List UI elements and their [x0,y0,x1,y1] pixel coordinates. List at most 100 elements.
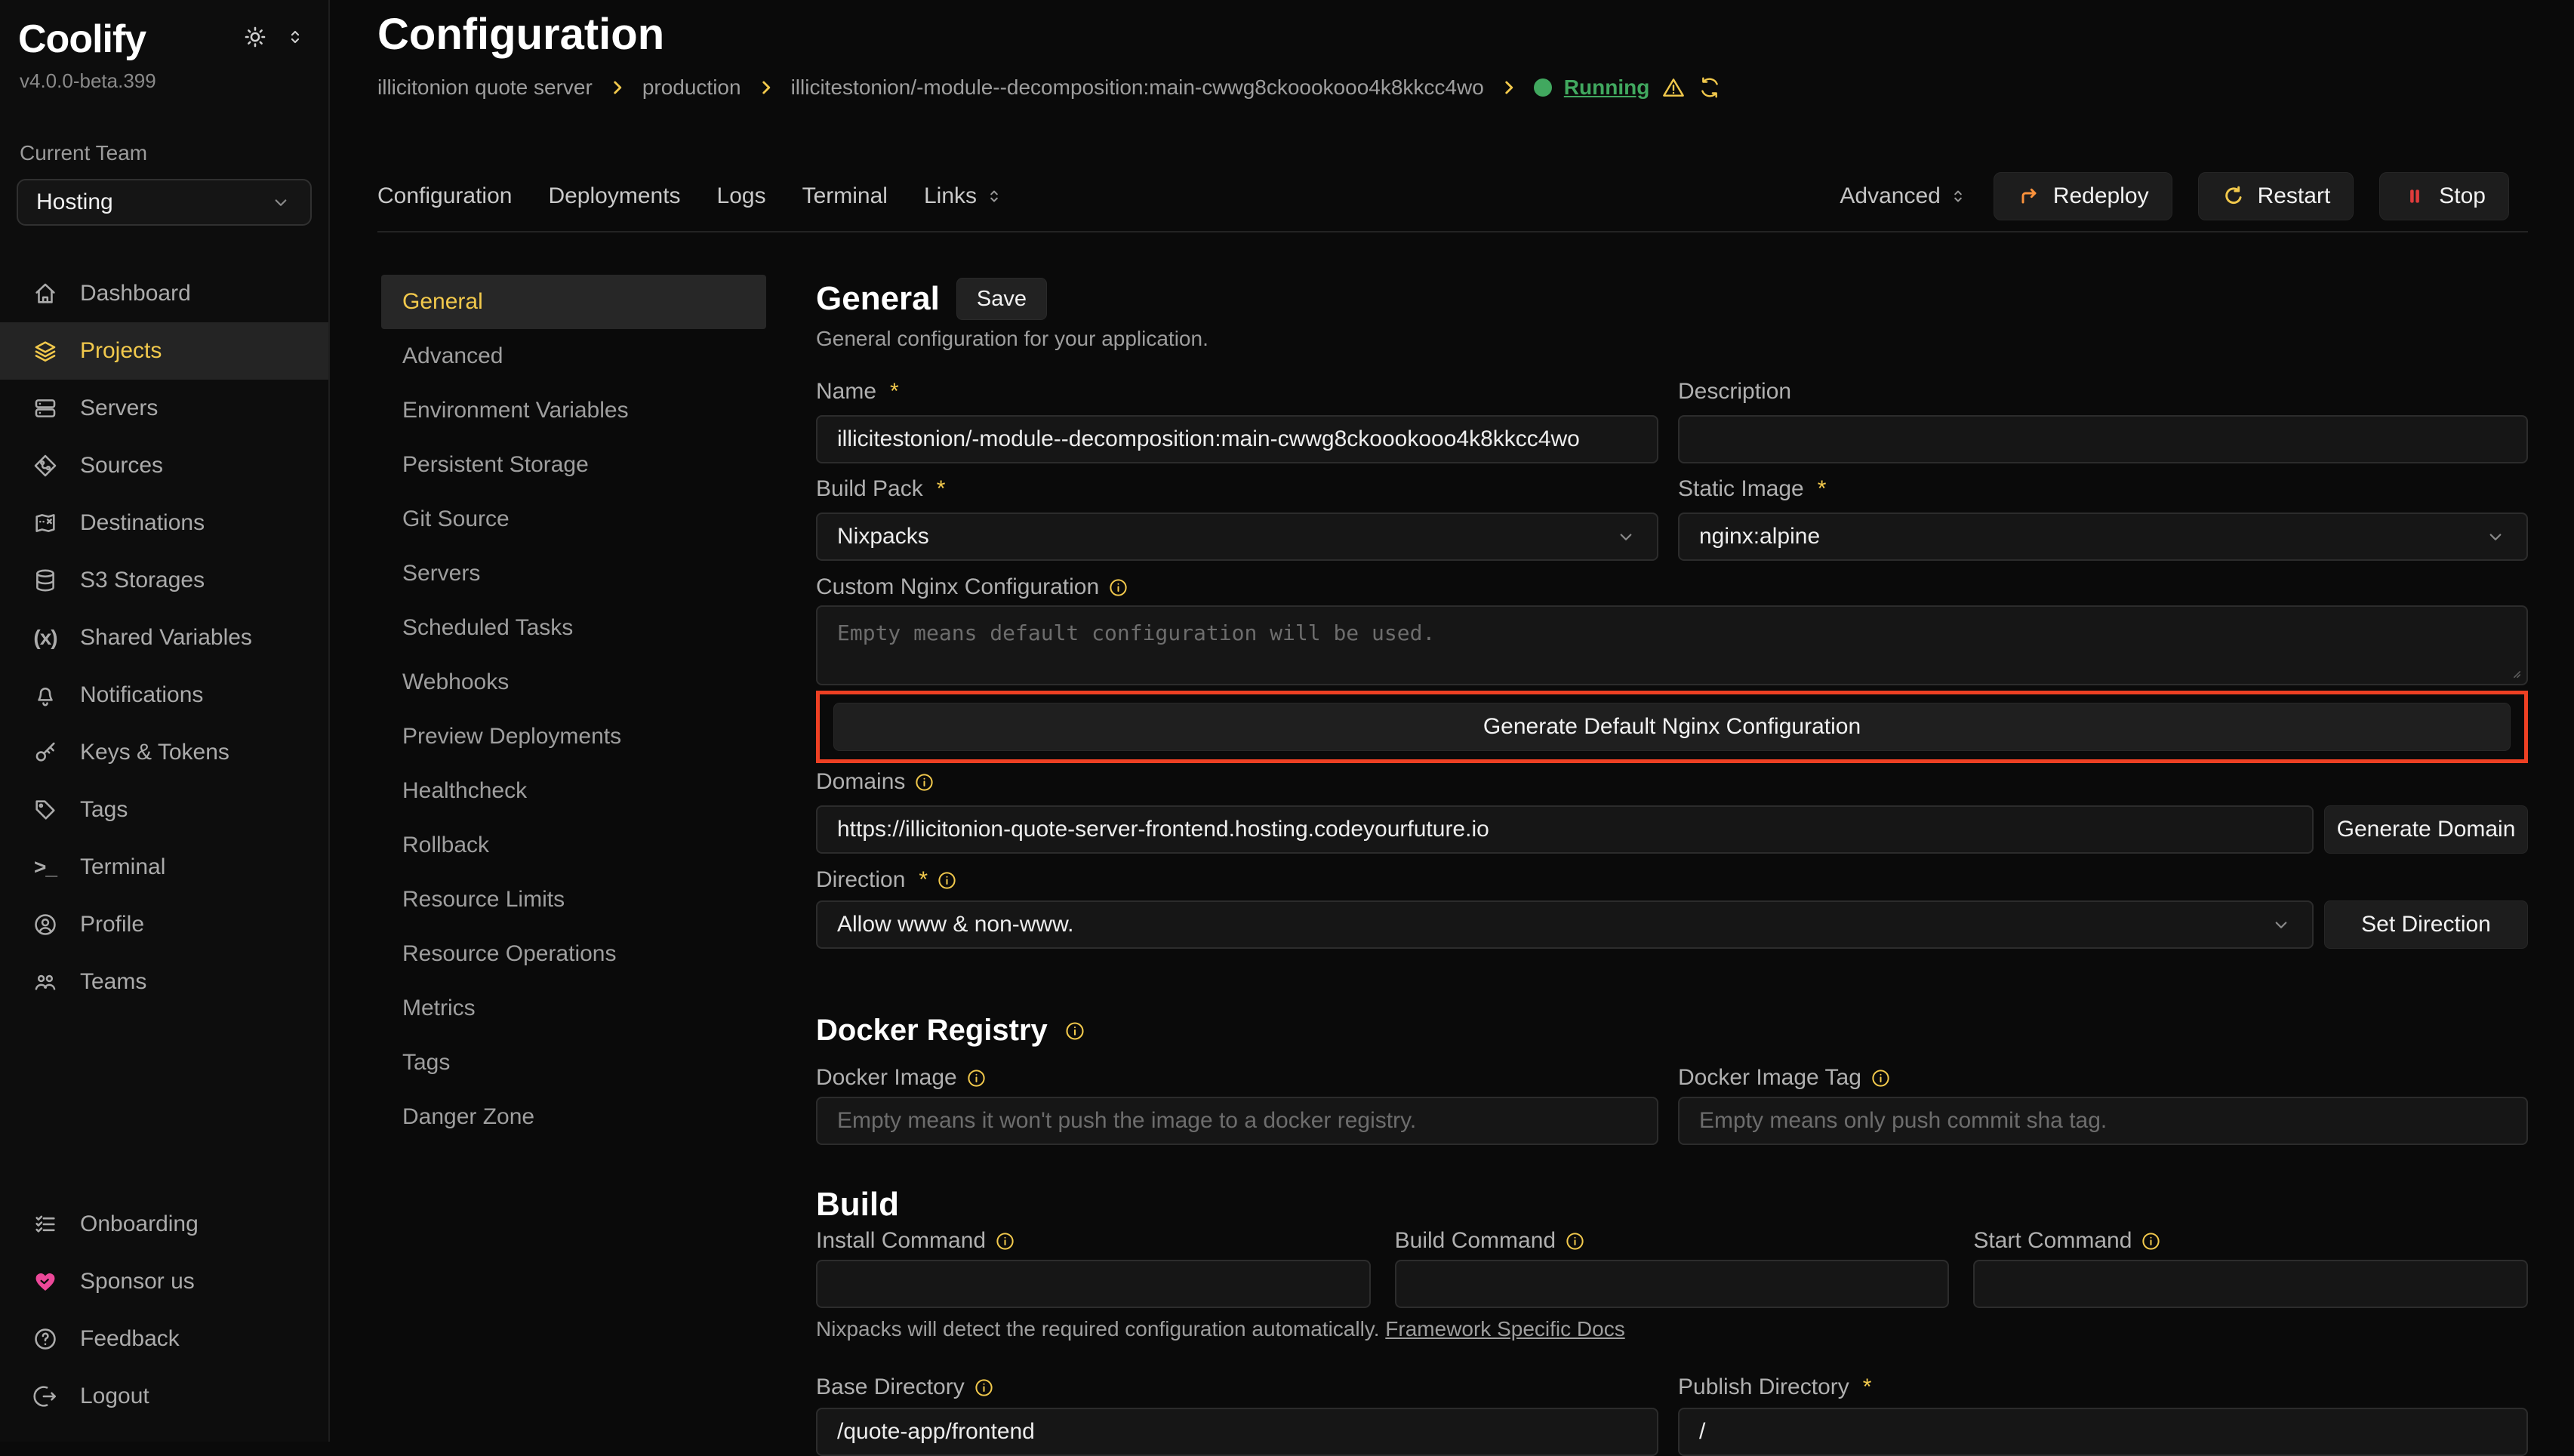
domains-label: Domains [816,769,2528,795]
sidebar-item-shared-variables[interactable]: (x) Shared Variables [0,609,328,666]
submenu-item-resource-operations[interactable]: Resource Operations [381,927,766,981]
general-form: General Save General configuration for y… [816,272,2528,1456]
submenu-item-servers[interactable]: Servers [381,546,766,601]
tab-configuration[interactable]: Configuration [377,183,512,209]
submenu-item-danger-zone[interactable]: Danger Zone [381,1090,766,1144]
sidebar-item-profile[interactable]: Profile [0,896,328,953]
start-command-label: Start Command [1973,1228,2528,1254]
info-icon[interactable] [1565,1231,1585,1251]
sidebar-item-keys-tokens[interactable]: Keys & Tokens [0,724,328,781]
submenu-item-rollback[interactable]: Rollback [381,818,766,873]
restart-button[interactable]: Restart [2198,172,2354,220]
submenu-item-git-source[interactable]: Git Source [381,492,766,546]
breadcrumb-project[interactable]: illicitonion quote server [377,75,593,100]
status-badge[interactable]: Running [1564,75,1650,100]
sidebar-item-teams[interactable]: Teams [0,953,328,1011]
refresh-icon[interactable] [1698,75,1722,100]
sidebar-item-sponsor[interactable]: Sponsor us [0,1253,328,1310]
tab-terminal[interactable]: Terminal [802,183,888,209]
chevron-down-icon [2484,525,2507,548]
redeploy-button[interactable]: Redeploy [1994,172,2172,220]
app-logo: Coolify [18,17,146,61]
submenu-item-advanced[interactable]: Advanced [381,329,766,383]
domains-input[interactable] [816,805,2314,854]
publish-directory-input[interactable] [1678,1408,2528,1456]
generate-nginx-button[interactable]: Generate Default Nginx Configuration [833,703,2511,751]
docker-image-input[interactable] [816,1097,1658,1145]
info-icon[interactable] [995,1231,1015,1251]
sun-icon[interactable] [242,24,268,50]
info-icon[interactable] [966,1068,987,1088]
start-command-input[interactable] [1973,1260,2528,1308]
name-input[interactable] [816,415,1658,463]
stop-button[interactable]: Stop [2379,172,2509,220]
info-icon[interactable] [1064,1020,1085,1042]
framework-docs-link[interactable]: Framework Specific Docs [1385,1317,1624,1341]
description-label: Description [1678,379,2528,405]
submenu-item-healthcheck[interactable]: Healthcheck [381,764,766,818]
profile-icon [32,911,59,938]
advanced-dropdown[interactable]: Advanced [1840,183,1967,209]
info-icon[interactable] [1870,1068,1891,1088]
submenu-item-environment-variables[interactable]: Environment Variables [381,383,766,438]
required-asterisk: * [1863,1374,1872,1400]
install-command-input[interactable] [816,1260,1371,1308]
sidebar-item-servers[interactable]: Servers [0,380,328,437]
tab-links[interactable]: Links [924,183,1004,209]
submenu-item-tags[interactable]: Tags [381,1036,766,1090]
sidebar-item-logout[interactable]: Logout [0,1368,328,1425]
breadcrumb-application[interactable]: illicitestonion/-module--decomposition:m… [791,75,1484,100]
submenu-item-webhooks[interactable]: Webhooks [381,655,766,710]
build-pack-select[interactable]: Nixpacks [816,513,1658,561]
sidebar-item-projects[interactable]: Projects [0,322,328,380]
submenu-item-scheduled-tasks[interactable]: Scheduled Tasks [381,601,766,655]
logout-icon [32,1383,59,1410]
static-image-select[interactable]: nginx:alpine [1678,513,2528,561]
submenu-item-resource-limits[interactable]: Resource Limits [381,873,766,927]
sidebar-item-destinations[interactable]: Destinations [0,494,328,552]
build-command-input[interactable] [1395,1260,1950,1308]
sidebar-item-feedback[interactable]: Feedback [0,1310,328,1368]
info-icon[interactable] [974,1378,994,1398]
theme-updown-icon[interactable] [285,26,306,48]
save-button[interactable]: Save [956,278,1047,320]
sidebar-item-dashboard[interactable]: Dashboard [0,265,328,322]
build-title: Build [816,1186,2528,1224]
warning-icon[interactable] [1661,75,1686,100]
build-command-label: Build Command [1395,1228,1950,1254]
resize-handle-icon[interactable] [2505,663,2522,679]
tab-deployments[interactable]: Deployments [548,183,680,209]
sidebar-item-terminal[interactable]: >_ Terminal [0,839,328,896]
sidebar-item-notifications[interactable]: Notifications [0,666,328,724]
submenu-item-persistent-storage[interactable]: Persistent Storage [381,438,766,492]
base-directory-input[interactable] [816,1408,1658,1456]
set-direction-button[interactable]: Set Direction [2324,900,2528,949]
sidebar-item-tags[interactable]: Tags [0,781,328,839]
description-input[interactable] [1678,415,2528,463]
nginx-config-textarea[interactable] [816,605,2528,685]
submenu-item-general[interactable]: General [381,275,766,329]
name-label: Name* [816,379,1658,405]
server-icon [32,395,59,422]
docker-image-tag-input[interactable] [1678,1097,2528,1145]
info-icon[interactable] [937,870,957,891]
sidebar-item-onboarding[interactable]: Onboarding [0,1196,328,1253]
section-title: General [816,280,940,318]
submenu-item-preview-deployments[interactable]: Preview Deployments [381,710,766,764]
sidebar-item-s3-storages[interactable]: S3 Storages [0,552,328,609]
tab-logs[interactable]: Logs [717,183,766,209]
direction-select[interactable]: Allow www & non-www. [816,900,2314,949]
help-icon [32,1325,59,1353]
team-select[interactable]: Hosting [17,179,312,226]
breadcrumb-environment[interactable]: production [642,75,741,100]
info-icon[interactable] [914,772,934,793]
info-icon[interactable] [2141,1231,2161,1251]
redeploy-icon [2017,184,2041,208]
docker-registry-title: Docker Registry [816,1014,1048,1048]
submenu-item-metrics[interactable]: Metrics [381,981,766,1036]
page-title: Configuration [377,9,664,60]
sidebar-item-sources[interactable]: Sources [0,437,328,494]
info-icon[interactable] [1108,577,1128,598]
generate-domain-button[interactable]: Generate Domain [2324,805,2528,854]
updown-icon [1948,186,1968,206]
